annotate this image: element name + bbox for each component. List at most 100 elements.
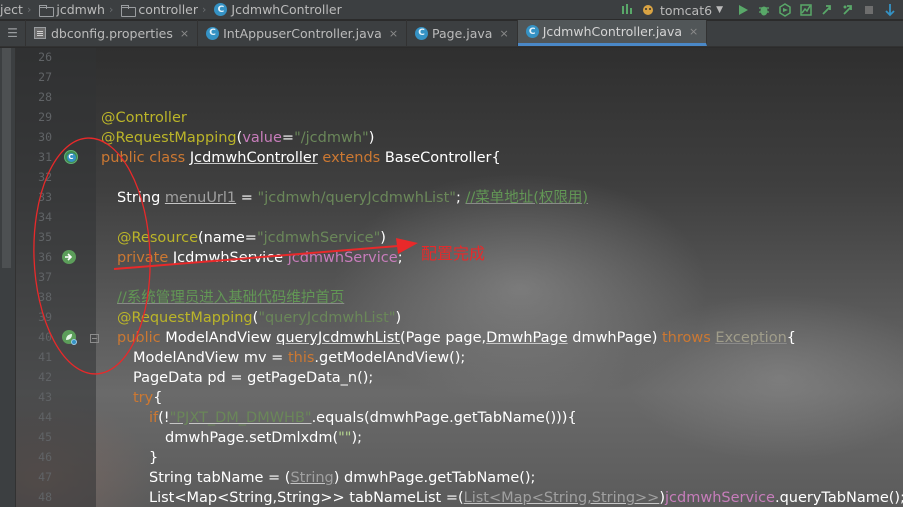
code-token: .queryTabName(); bbox=[774, 490, 903, 506]
code-line-41: ModelAndView mv = this.getModelAndView()… bbox=[133, 348, 465, 368]
line-number: 41 bbox=[38, 350, 52, 364]
coverage-icon[interactable] bbox=[777, 3, 792, 18]
code-line-29: @Controller bbox=[101, 108, 187, 128]
folder-icon bbox=[121, 4, 137, 17]
tab-label: IntAppuserController.java bbox=[223, 25, 382, 41]
vcs-icon[interactable] bbox=[882, 3, 897, 18]
code-token: ) dmwhPage.getTabName(); bbox=[333, 470, 536, 486]
spring-autowire-icon[interactable] bbox=[62, 250, 76, 264]
class-icon: C bbox=[415, 26, 429, 40]
code-editor[interactable]: 26 27 28 29 30 31 32 33 34 35 36 37 38 3… bbox=[0, 48, 903, 507]
code-line-36: private JcdmwhService jcdmwhService; bbox=[117, 248, 403, 268]
code-line-35: @Resource(name="jcdmwhService") bbox=[117, 228, 386, 248]
breadcrumb-label: controller bbox=[138, 2, 198, 17]
string-literal: "PJXT_DM_DMWHB" bbox=[169, 410, 312, 426]
breadcrumb-item-class[interactable]: C JcdmwhController bbox=[214, 0, 345, 20]
override-marker-icon bbox=[71, 339, 77, 345]
keyword-token: public bbox=[117, 330, 166, 346]
line-number: 40 bbox=[38, 330, 52, 344]
line-number: 28 bbox=[38, 90, 52, 104]
annotation-token: @Controller bbox=[101, 110, 187, 126]
debug-icon[interactable] bbox=[756, 3, 771, 18]
line-number: 35 bbox=[38, 230, 52, 244]
project-panel-edge bbox=[0, 48, 16, 507]
dropdown-icon: ▼ bbox=[716, 5, 723, 15]
field-token: jcdmwhService bbox=[287, 250, 398, 266]
tab-jcdmwhcontroller[interactable]: C JcdmwhController.java × bbox=[517, 20, 708, 46]
close-icon[interactable]: × bbox=[689, 25, 698, 38]
code-line-45: dmwhPage.setDmlxdm(""); bbox=[165, 428, 362, 448]
code-token: String bbox=[290, 470, 334, 486]
spring-bean-class-icon[interactable]: C bbox=[64, 150, 78, 164]
code-token: DmwhPage bbox=[486, 330, 568, 346]
class-name-token: JcdmwhController bbox=[189, 150, 318, 166]
editor-tab-bar: ☰ dbconfig.properties × C IntAppuserCont… bbox=[0, 20, 903, 47]
fold-collapse-icon[interactable] bbox=[90, 334, 99, 343]
code-token: { bbox=[153, 390, 163, 406]
code-token: ) bbox=[395, 310, 402, 326]
build-icon[interactable] bbox=[620, 3, 635, 18]
tab-intappusercontroller[interactable]: C IntAppuserController.java × bbox=[198, 20, 408, 46]
run-configuration-selector[interactable]: tomcat6 ▼ bbox=[641, 3, 723, 18]
tab-dbconfig-properties[interactable]: dbconfig.properties × bbox=[26, 20, 199, 46]
breadcrumb-item-controller[interactable]: controller › bbox=[121, 0, 214, 20]
code-token: ; bbox=[397, 250, 403, 266]
code-token: ModelAndView mv = bbox=[133, 350, 288, 366]
tab-page[interactable]: C Page.java × bbox=[407, 20, 518, 46]
code-line-44: if(!"PJXT_DM_DMWHB".equals(dmwhPage.getT… bbox=[149, 408, 577, 428]
code-token: List<Map<String,String>> bbox=[463, 490, 660, 506]
folder-icon bbox=[39, 4, 55, 17]
code-token: String tabName = ( bbox=[149, 470, 291, 486]
tab-label: JcdmwhController.java bbox=[542, 24, 683, 39]
line-number: 47 bbox=[38, 470, 52, 484]
code-token: .equals(dmwhPage.getTabName())){ bbox=[311, 410, 577, 426]
breadcrumb-item-project[interactable]: ject › bbox=[0, 0, 39, 20]
annotation-token: @RequestMapping bbox=[101, 130, 237, 146]
profile-icon[interactable] bbox=[798, 3, 813, 18]
breadcrumb-label: JcdmwhController bbox=[231, 2, 342, 17]
line-number: 27 bbox=[38, 70, 52, 84]
class-icon: C bbox=[206, 26, 220, 40]
field-token: menuUrl1 bbox=[164, 190, 237, 206]
code-line-33: String menuUrl1 = "jcdmwh/queryJcdmwhLis… bbox=[117, 188, 588, 208]
close-icon[interactable]: × bbox=[389, 27, 398, 40]
project-scrollbar[interactable] bbox=[2, 48, 11, 268]
run-icon[interactable] bbox=[735, 3, 750, 18]
line-number: 43 bbox=[38, 390, 52, 404]
line-number: 34 bbox=[38, 210, 52, 224]
run-toolbar: tomcat6 ▼ bbox=[620, 0, 903, 20]
annotation-label: 配置完成 bbox=[421, 244, 486, 263]
field-token: jcdmwhService bbox=[665, 490, 775, 506]
line-number: 38 bbox=[38, 290, 52, 304]
tool-window-strip[interactable]: ☰ bbox=[0, 20, 26, 46]
code-line-30: @RequestMapping(value="/jcdmwh") bbox=[101, 128, 374, 148]
line-number: 39 bbox=[38, 310, 52, 324]
code-token: (! bbox=[158, 410, 170, 426]
code-token: ); bbox=[351, 430, 363, 446]
keyword-token: try bbox=[133, 390, 154, 406]
string-literal: "jcdmwhService" bbox=[256, 230, 381, 246]
breadcrumb-item-jcdmwh[interactable]: jcdmwh › bbox=[39, 0, 121, 20]
close-icon[interactable]: × bbox=[499, 27, 508, 40]
code-line-48: List<Map<String,String>> tabNameList =(L… bbox=[149, 488, 903, 507]
attach-icon[interactable] bbox=[819, 3, 834, 18]
reload-icon[interactable] bbox=[840, 3, 855, 18]
string-literal: "/jcdmwh" bbox=[294, 130, 369, 146]
keyword-token: if bbox=[149, 410, 159, 426]
line-number: 45 bbox=[38, 430, 52, 444]
comment-token: //系统管理员进入基础代码维护首页 bbox=[117, 290, 345, 306]
code-token: dmwhPage.setDmlxdm( bbox=[165, 430, 339, 446]
close-icon[interactable]: × bbox=[180, 27, 189, 40]
navigation-breadcrumb-bar: ject › jcdmwh › controller › C JcdmwhCon… bbox=[0, 0, 903, 20]
code-line-40: public ModelAndView queryJcdmwhList(Page… bbox=[117, 328, 796, 348]
code-token: ModelAndView bbox=[165, 330, 277, 346]
tomcat-icon bbox=[641, 3, 656, 18]
code-token: { bbox=[786, 330, 797, 346]
code-token: } bbox=[149, 450, 159, 466]
hamburger-icon: ☰ bbox=[7, 26, 18, 40]
code-token: dmwhPage) bbox=[567, 330, 662, 346]
stop-icon[interactable] bbox=[861, 3, 876, 18]
line-number: 42 bbox=[38, 370, 52, 384]
class-icon: C bbox=[214, 3, 228, 16]
code-line-47: String tabName = (String) dmwhPage.getTa… bbox=[149, 468, 535, 488]
